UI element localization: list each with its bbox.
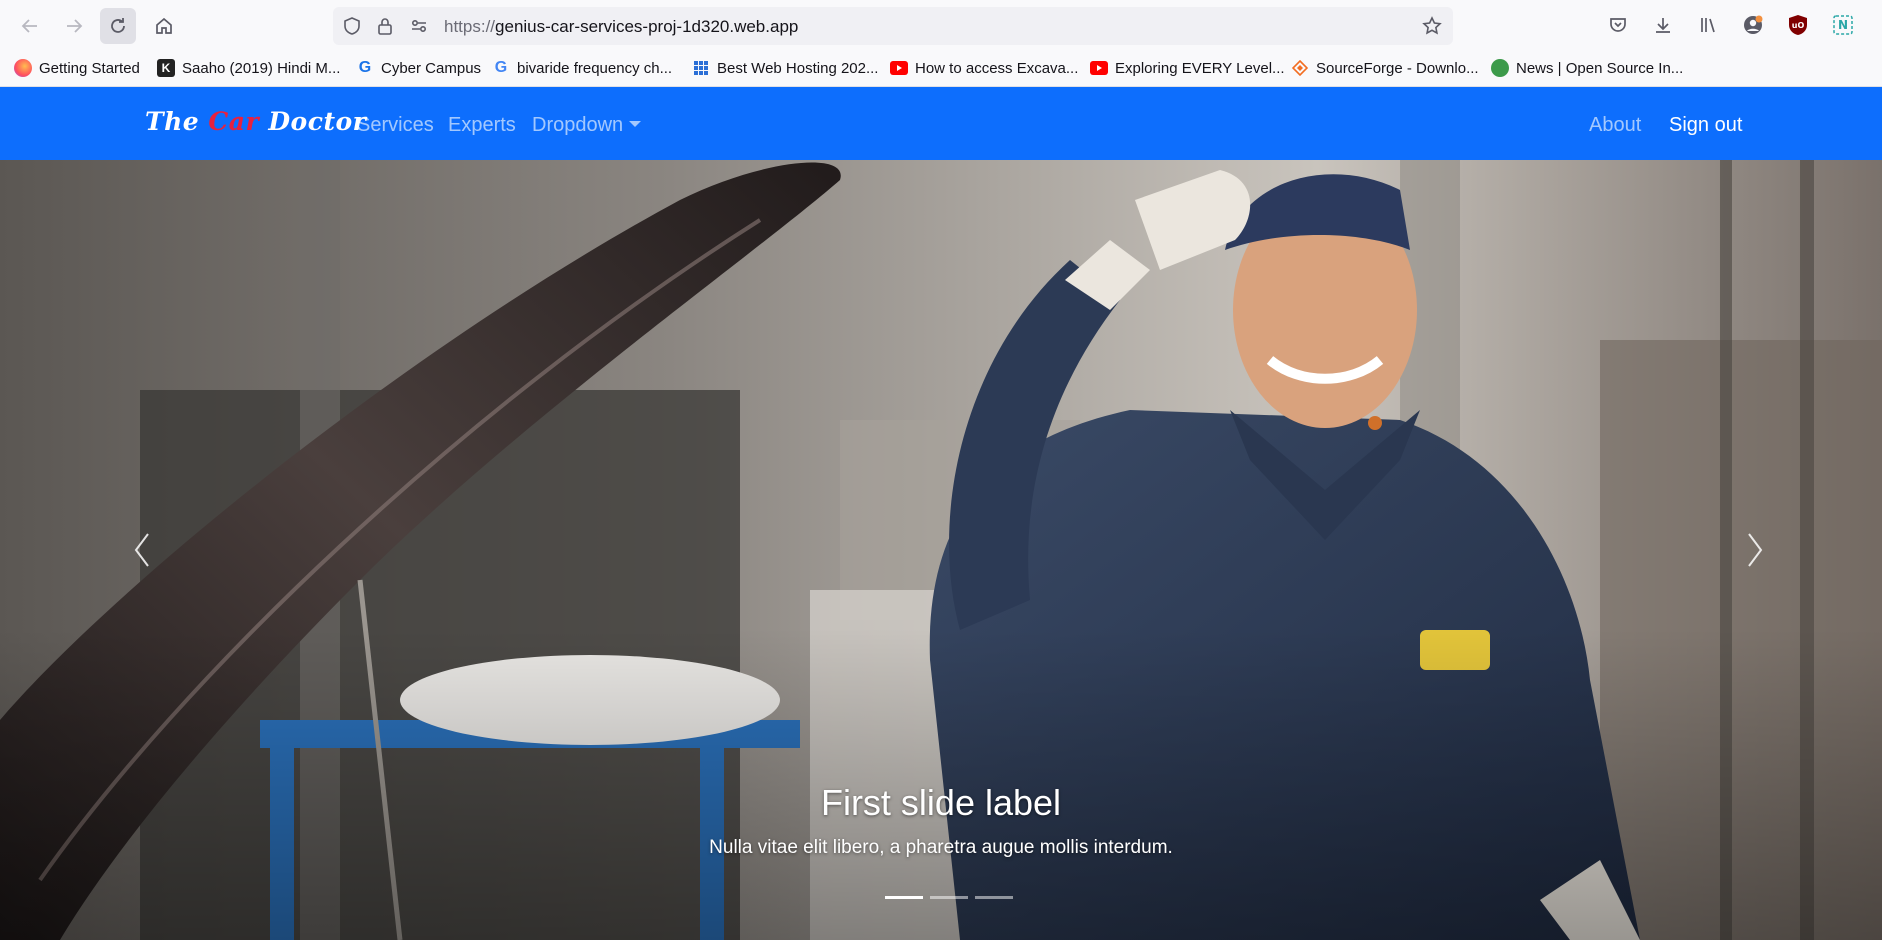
bookmark-label: News | Open Source In... [1516,59,1684,77]
account-icon[interactable] [1741,13,1765,37]
carousel-next-button[interactable] [1735,520,1775,580]
extension-n-icon[interactable]: N [1831,13,1855,37]
library-icon[interactable] [1696,13,1720,37]
youtube-icon [890,59,908,77]
bookmark-label: Best Web Hosting 202... [717,59,879,77]
permissions-icon[interactable] [409,16,429,36]
forward-button[interactable] [56,8,92,44]
downloads-icon[interactable] [1651,13,1675,37]
firefox-icon [14,59,32,77]
nav-dropdown[interactable]: Dropdown [532,114,642,137]
bookmark-saaho[interactable]: K Saaho (2019) Hindi M... [157,58,340,78]
k-logo-icon: K [157,59,175,77]
carousel-indicator-3[interactable] [975,896,1013,899]
brand-the: The [145,107,209,136]
brand-doctor: Doctor [259,107,367,136]
hero-carousel: First slide label Nulla vitae elit liber… [0,160,1882,940]
site-navbar: The Car Doctor Services Experts Dropdown… [0,87,1882,160]
sourceforge-icon [1291,59,1309,77]
carousel-caption-text: Nulla vitae elit libero, a pharetra augu… [709,837,1173,858]
youtube-icon [1090,59,1108,77]
nav-about[interactable]: About [1589,114,1641,137]
bookmark-star-icon[interactable] [1422,16,1442,36]
bookmark-label: bivaride frequency ch... [517,59,673,77]
reload-button[interactable] [100,8,136,44]
url-bar[interactable]: https://genius-car-services-proj-1d320.w… [333,7,1453,45]
svg-text:uO: uO [1792,21,1805,30]
bookmark-label: Getting Started [39,59,140,77]
bookmark-label: Cyber Campus [381,59,482,77]
bookmark-exploring-every-level[interactable]: Exploring EVERY Level... [1090,58,1285,78]
carousel-indicator-1[interactable] [885,896,923,899]
url-scheme: https:// [444,17,496,36]
brand-car: Car [208,107,260,136]
url-host: genius-car-services-proj-1d320.web.app [495,17,799,36]
chevron-right-icon [1748,533,1763,567]
nav-dropdown-label: Dropdown [532,114,624,136]
home-icon [156,17,172,34]
home-button[interactable] [146,8,182,44]
url-text[interactable]: https://genius-car-services-proj-1d320.w… [444,17,798,37]
cyber-campus-icon: G [358,59,372,76]
bookmark-label: SourceForge - Downlo... [1316,59,1479,77]
news-icon [1491,59,1509,77]
back-button[interactable] [12,8,48,44]
tracking-shield-icon[interactable] [342,16,362,36]
grid-icon [692,59,710,77]
bookmark-excavator[interactable]: How to access Excava... [890,58,1078,78]
nav-sign-out[interactable]: Sign out [1669,114,1742,137]
caret-down-icon [629,121,642,127]
bookmark-bivaride[interactable]: G bivaride frequency ch... [492,58,672,78]
carousel-prev-button[interactable] [122,520,162,580]
bookmarks-bar: Getting Started K Saaho (2019) Hindi M..… [0,50,1882,87]
bookmark-best-web-hosting[interactable]: Best Web Hosting 202... [692,58,878,78]
brand-logo[interactable]: The Car Doctor [145,107,366,136]
bookmark-news-open-source[interactable]: News | Open Source In... [1491,58,1683,78]
browser-toolbar: https://genius-car-services-proj-1d320.w… [0,0,1882,50]
lock-icon[interactable] [375,16,395,36]
carousel-indicator-2[interactable] [930,896,968,899]
google-icon: G [494,59,508,76]
nav-services[interactable]: Services [357,114,434,137]
carousel-caption-title: First slide label [820,782,1062,823]
chevron-left-icon [134,533,149,567]
bookmark-label: Exploring EVERY Level... [1115,59,1285,77]
bookmark-getting-started[interactable]: Getting Started [14,58,140,78]
nav-experts[interactable]: Experts [448,114,516,137]
back-arrow-icon [21,19,37,33]
svg-text:N: N [1838,18,1848,32]
bookmark-cyber-campus[interactable]: G Cyber Campus [356,58,481,78]
reload-icon [111,18,125,33]
bookmark-label: Saaho (2019) Hindi M... [182,59,341,77]
bookmark-label: How to access Excava... [915,59,1079,77]
forward-arrow-icon [67,19,83,33]
bookmark-sourceforge[interactable]: SourceForge - Downlo... [1291,58,1479,78]
ublock-icon[interactable]: uO [1786,13,1810,37]
pocket-icon[interactable] [1606,13,1630,37]
